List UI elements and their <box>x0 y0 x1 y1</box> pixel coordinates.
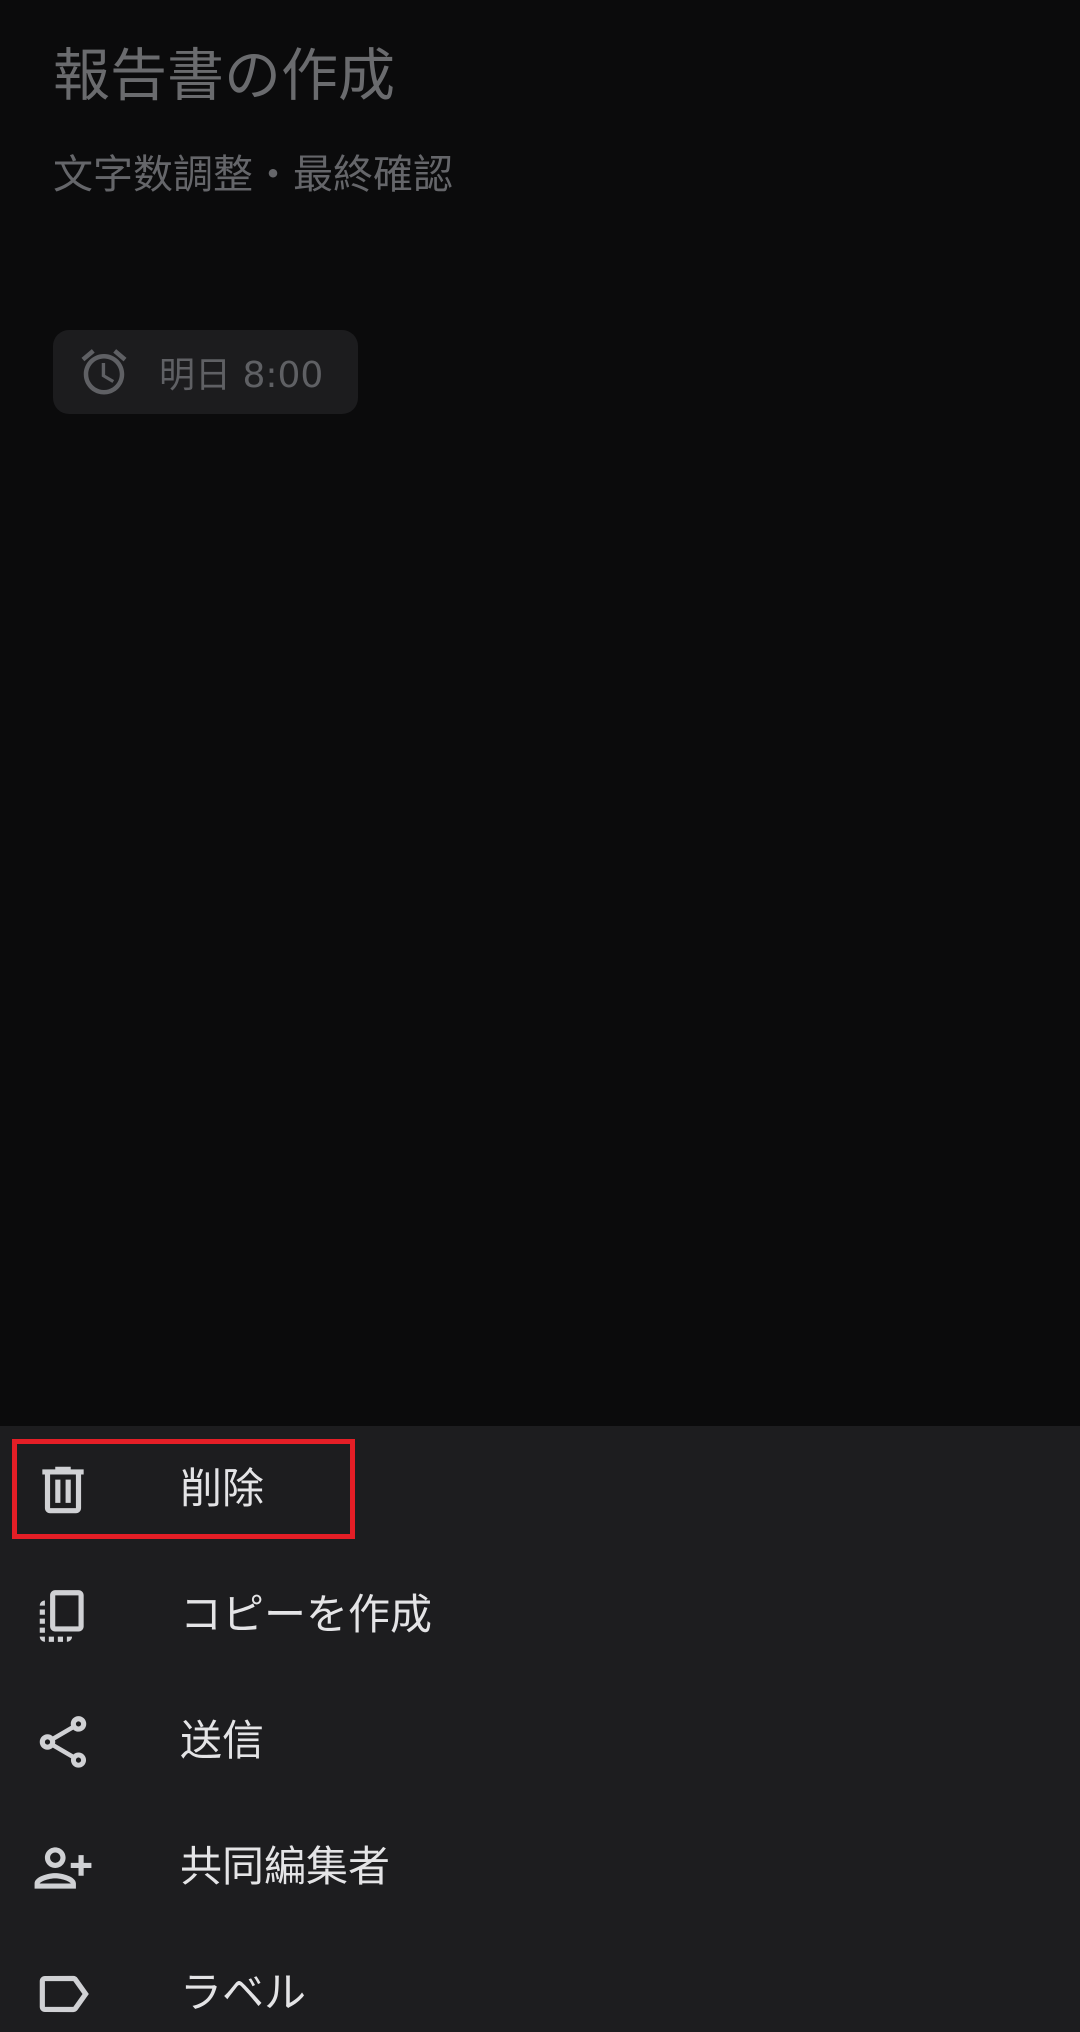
reminder-label: 明日 8:00 <box>159 355 324 396</box>
menu-item-label: 送信 <box>180 1716 265 1765</box>
action-sheet: 削除 コピーを作成 送信 共同編集者 ラベル <box>0 1426 1080 2032</box>
menu-item-collaborators[interactable]: 共同編集者 <box>0 1804 1080 1930</box>
menu-item-label: ラベル <box>180 1968 307 2017</box>
trash-icon <box>42 1466 84 1514</box>
add-person-icon <box>34 1847 92 1889</box>
menu-item-label: 削除 <box>180 1464 265 1513</box>
note-editor: 報告書の作成 文字数調整・最終確認 明日 8:00 <box>0 0 1080 1426</box>
menu-item-label-action[interactable]: ラベル <box>0 1930 1080 2032</box>
note-body[interactable]: 文字数調整・最終確認 <box>53 145 453 205</box>
screen: 報告書の作成 文字数調整・最終確認 明日 8:00 削除 コピーを作成 送信 共… <box>0 0 1080 2032</box>
alarm-icon <box>81 349 127 395</box>
reminder-chip[interactable]: 明日 8:00 <box>53 330 358 414</box>
share-icon <box>39 1716 87 1768</box>
copy-icon <box>39 1590 84 1642</box>
menu-item-label: 共同編集者 <box>180 1842 391 1891</box>
menu-item-delete[interactable]: 削除 <box>0 1426 1080 1552</box>
menu-item-copy[interactable]: コピーを作成 <box>0 1552 1080 1678</box>
label-icon <box>39 1975 89 2013</box>
menu-item-send[interactable]: 送信 <box>0 1678 1080 1804</box>
menu-item-label: コピーを作成 <box>180 1590 433 1639</box>
note-title[interactable]: 報告書の作成 <box>53 36 395 116</box>
